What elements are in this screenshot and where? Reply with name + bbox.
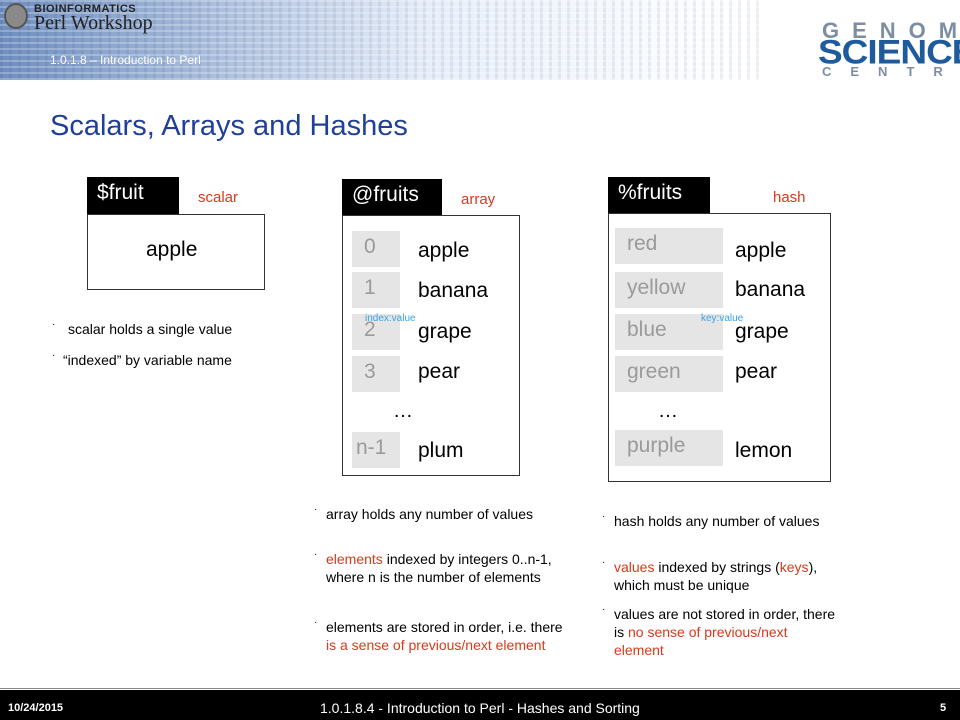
array-index-0: 0 — [352, 231, 400, 267]
array-index-3: 3 — [352, 356, 400, 392]
slide-title: Scalars, Arrays and Hashes — [50, 110, 408, 142]
camel-logo-icon — [4, 3, 28, 29]
brand-centre: CENTRE — [822, 64, 960, 79]
hash-key-value-note: key:value — [701, 313, 744, 324]
array-value-2: grape — [418, 320, 472, 343]
array-index-last: n-1 — [352, 432, 400, 468]
array-bullet-1: · array holds any number of values — [314, 504, 533, 522]
array-value-last: plum — [418, 439, 464, 462]
array-bullet-2: · elements indexed by integers 0..n-1, wh… — [314, 549, 552, 585]
hash-key-1: yellow — [615, 272, 723, 308]
hash-key-3: green — [615, 356, 723, 392]
hash-value-3: pear — [735, 360, 778, 383]
array-kind-label: array — [461, 191, 496, 208]
array-name-tab: @fruits — [342, 179, 442, 215]
footer-title: 1.0.1.8.4 - Introduction to Perl - Hashe… — [320, 700, 640, 716]
hash-bullet-1: · hash holds any number of values — [602, 511, 820, 529]
scalar-bullet-1: · scalar holds a single value — [52, 319, 233, 337]
array-ellipsis: … — [393, 400, 413, 422]
array-value-1: banana — [418, 279, 489, 302]
footer-page-number: 5 — [940, 702, 947, 714]
array-bullet-3: · elements are stored in order, i.e. ther… — [314, 617, 563, 653]
course-subtitle: 1.0.1.8 – Introduction to Perl — [50, 53, 201, 67]
scalar-name-tab: $fruit — [87, 177, 179, 214]
array-value-3: pear — [418, 360, 461, 383]
scalar-bullet-2: · “indexed” by variable name — [52, 350, 232, 368]
hash-key-0: red — [615, 228, 723, 264]
footer-divider — [0, 688, 960, 689]
array-index-value-note: index:value — [365, 313, 416, 324]
hash-bullet-3: · values are not stored in order, there i… — [602, 604, 836, 658]
scalar-value: apple — [146, 238, 198, 261]
hash-value-last: lemon — [735, 439, 793, 462]
array-index-1: 1 — [352, 272, 400, 308]
logo-line-2: Perl Workshop — [34, 12, 153, 34]
hash-ellipsis: … — [658, 400, 678, 422]
scalar-kind-label: scalar — [198, 189, 239, 206]
hash-kind-label: hash — [773, 189, 806, 206]
array-value-0: apple — [418, 239, 470, 262]
hash-key-last: purple — [615, 430, 723, 466]
hash-value-1: banana — [735, 278, 806, 301]
footer-date: 10/24/2015 — [8, 702, 64, 714]
hash-bullet-2: · values indexed by strings (keys), which… — [602, 557, 818, 593]
hash-value-0: apple — [735, 239, 787, 262]
hash-name-tab: %fruits — [608, 177, 710, 213]
